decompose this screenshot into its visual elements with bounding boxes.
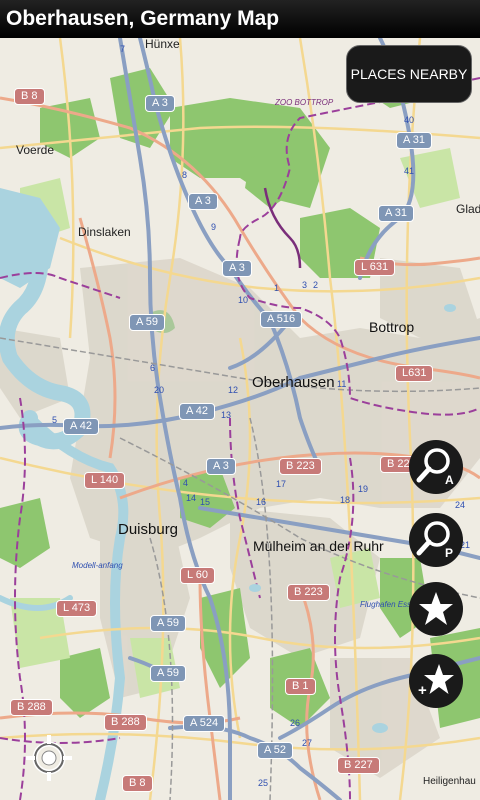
svg-text:+: + <box>418 682 427 699</box>
star-icon <box>419 592 453 625</box>
exit-number: 8 <box>182 170 188 180</box>
road-shield-a3: A 3 <box>206 458 236 475</box>
road-shield-b8: B 8 <box>14 88 45 105</box>
road-shield-a3: A 3 <box>145 95 175 112</box>
exit-number: 13 <box>221 410 232 420</box>
magnifier-a-icon: A <box>416 448 454 487</box>
crosshair-location-icon <box>26 735 72 781</box>
exit-number: 40 <box>404 115 415 125</box>
app-title: Oberhausen, Germany Map <box>0 0 480 38</box>
road-shield-l140: L 140 <box>84 472 126 489</box>
road-shield-l60: L 60 <box>180 567 216 584</box>
add-star-icon: + <box>418 664 454 699</box>
exit-number: 7 <box>120 44 126 54</box>
road-shield-a59: A 59 <box>150 615 187 632</box>
search-address-button[interactable]: A <box>409 440 463 494</box>
exit-number: 19 <box>358 484 369 494</box>
exit-number: 24 <box>455 500 466 510</box>
locate-me-button[interactable] <box>24 733 74 783</box>
exit-number: 5 <box>52 415 58 425</box>
road-shield-l631: L 631 <box>354 259 396 276</box>
road-shield-a516: A 516 <box>260 311 303 328</box>
exit-number: 26 <box>290 718 301 728</box>
exit-number: 16 <box>256 497 267 507</box>
exit-number: 17 <box>276 479 287 489</box>
exit-number: 10 <box>238 295 249 305</box>
road-shield-l473: L 473 <box>56 600 98 617</box>
add-favorite-button[interactable]: + <box>409 654 463 708</box>
road-shield-a3: A 3 <box>222 260 252 277</box>
road-shield-a42: A 42 <box>63 418 100 435</box>
exit-number: 3 <box>302 280 308 290</box>
road-shield-a42: A 42 <box>179 403 216 420</box>
road-shield-b288: B 288 <box>10 699 53 716</box>
exit-number: 20 <box>154 385 165 395</box>
svg-text:P: P <box>445 546 453 560</box>
road-shield-a3: A 3 <box>188 193 218 210</box>
road-shield-b227: B 227 <box>337 757 380 774</box>
road-shield-b288: B 288 <box>104 714 147 731</box>
exit-number: 6 <box>150 363 156 373</box>
exit-number: 12 <box>228 385 239 395</box>
exit-number: 27 <box>302 738 313 748</box>
exit-number: 4 <box>183 478 189 488</box>
places-nearby-button[interactable]: PLACES NEARBY <box>346 45 472 103</box>
exit-number: 15 <box>200 497 211 507</box>
exit-number: 11 <box>337 379 347 389</box>
map-view[interactable]: Hünxe Voerde Dinslaken Bottrop Oberhause… <box>0 38 480 800</box>
svg-text:A: A <box>445 473 454 487</box>
road-shield-a59: A 59 <box>129 314 166 331</box>
exit-number: 25 <box>258 778 269 788</box>
exit-number: 14 <box>186 493 197 503</box>
road-shield-a524: A 524 <box>183 715 226 732</box>
road-shield-a31: A 31 <box>396 132 433 149</box>
exit-number: 41 <box>404 166 415 176</box>
road-shield-b8: B 8 <box>122 775 153 792</box>
search-places-button[interactable]: P <box>409 513 463 567</box>
road-shield-b223: B 223 <box>287 584 330 601</box>
exit-number: 1 <box>274 283 280 293</box>
exit-number: 9 <box>211 222 217 232</box>
road-shield-a52: A 52 <box>257 742 294 759</box>
exit-number: 2 <box>313 280 319 290</box>
magnifier-p-icon: P <box>416 521 453 560</box>
exit-number: 18 <box>340 495 351 505</box>
road-shield-a59: A 59 <box>150 665 187 682</box>
road-shield-b223: B 223 <box>279 458 322 475</box>
road-shield-a31: A 31 <box>378 205 415 222</box>
favorites-button[interactable] <box>409 582 463 636</box>
road-shield-l631: L631 <box>395 365 434 382</box>
road-shield-b1: B 1 <box>285 678 316 695</box>
